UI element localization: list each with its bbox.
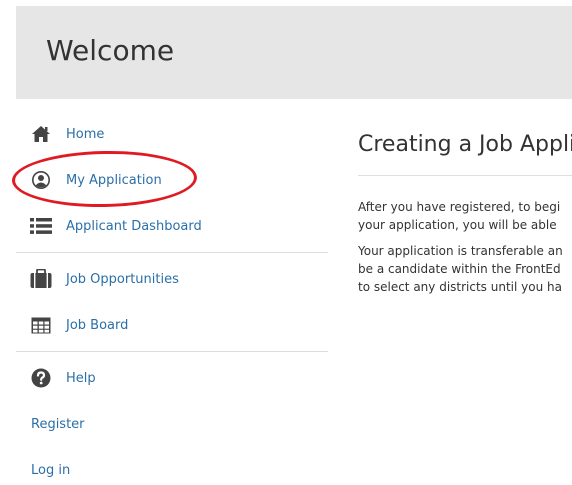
paragraph-line: After you have registered, to begi	[358, 200, 561, 214]
sidebar-item-label: Register	[31, 416, 85, 432]
sidebar-item-label: Job Opportunities	[66, 271, 179, 287]
sidebar-divider	[16, 351, 328, 352]
paragraph-line: be a candidate within the FrontEd	[358, 262, 561, 276]
sidebar-item-job-board[interactable]: Job Board	[16, 310, 328, 340]
content-title: Creating a Job Appli	[358, 132, 572, 157]
sidebar-item-applicant-dashboard[interactable]: Applicant Dashboard	[16, 211, 328, 241]
page-title: Welcome	[46, 34, 175, 67]
sidebar-item-label: Help	[66, 370, 96, 386]
paragraph: Your application is transferable an be a…	[358, 242, 572, 296]
paragraph-line: Your application is transferable an	[358, 244, 563, 258]
paragraph: After you have registered, to begi your …	[358, 198, 572, 234]
user-circle-icon	[30, 169, 52, 191]
sidebar-item-help[interactable]: Help	[16, 363, 328, 393]
sidebar-divider	[16, 252, 328, 253]
paragraph-line: to select any districts until you ha	[358, 280, 562, 294]
page-header: Welcome	[16, 6, 572, 99]
home-icon	[30, 123, 52, 145]
sidebar-item-job-opportunities[interactable]: Job Opportunities	[16, 264, 328, 294]
briefcase-icon	[30, 268, 52, 290]
paragraph-line: your application, you will be able	[358, 218, 557, 232]
question-circle-icon	[30, 367, 52, 389]
sidebar-item-home[interactable]: Home	[16, 119, 328, 149]
sidebar-item-log-in[interactable]: Log in	[16, 455, 328, 485]
sidebar-item-label: Log in	[31, 462, 71, 478]
sidebar-item-label: Job Board	[66, 317, 129, 333]
sidebar-item-label: Home	[66, 126, 105, 142]
list-icon	[30, 215, 52, 237]
sidebar-item-my-application[interactable]: My Application	[16, 165, 328, 195]
content-divider	[358, 175, 572, 176]
sidebar-item-register[interactable]: Register	[16, 409, 328, 439]
sidebar-item-label: Applicant Dashboard	[66, 218, 202, 234]
main-content: Creating a Job Appli After you have regi…	[358, 120, 572, 296]
sidebar-item-label: My Application	[66, 172, 162, 188]
table-icon	[30, 314, 52, 336]
